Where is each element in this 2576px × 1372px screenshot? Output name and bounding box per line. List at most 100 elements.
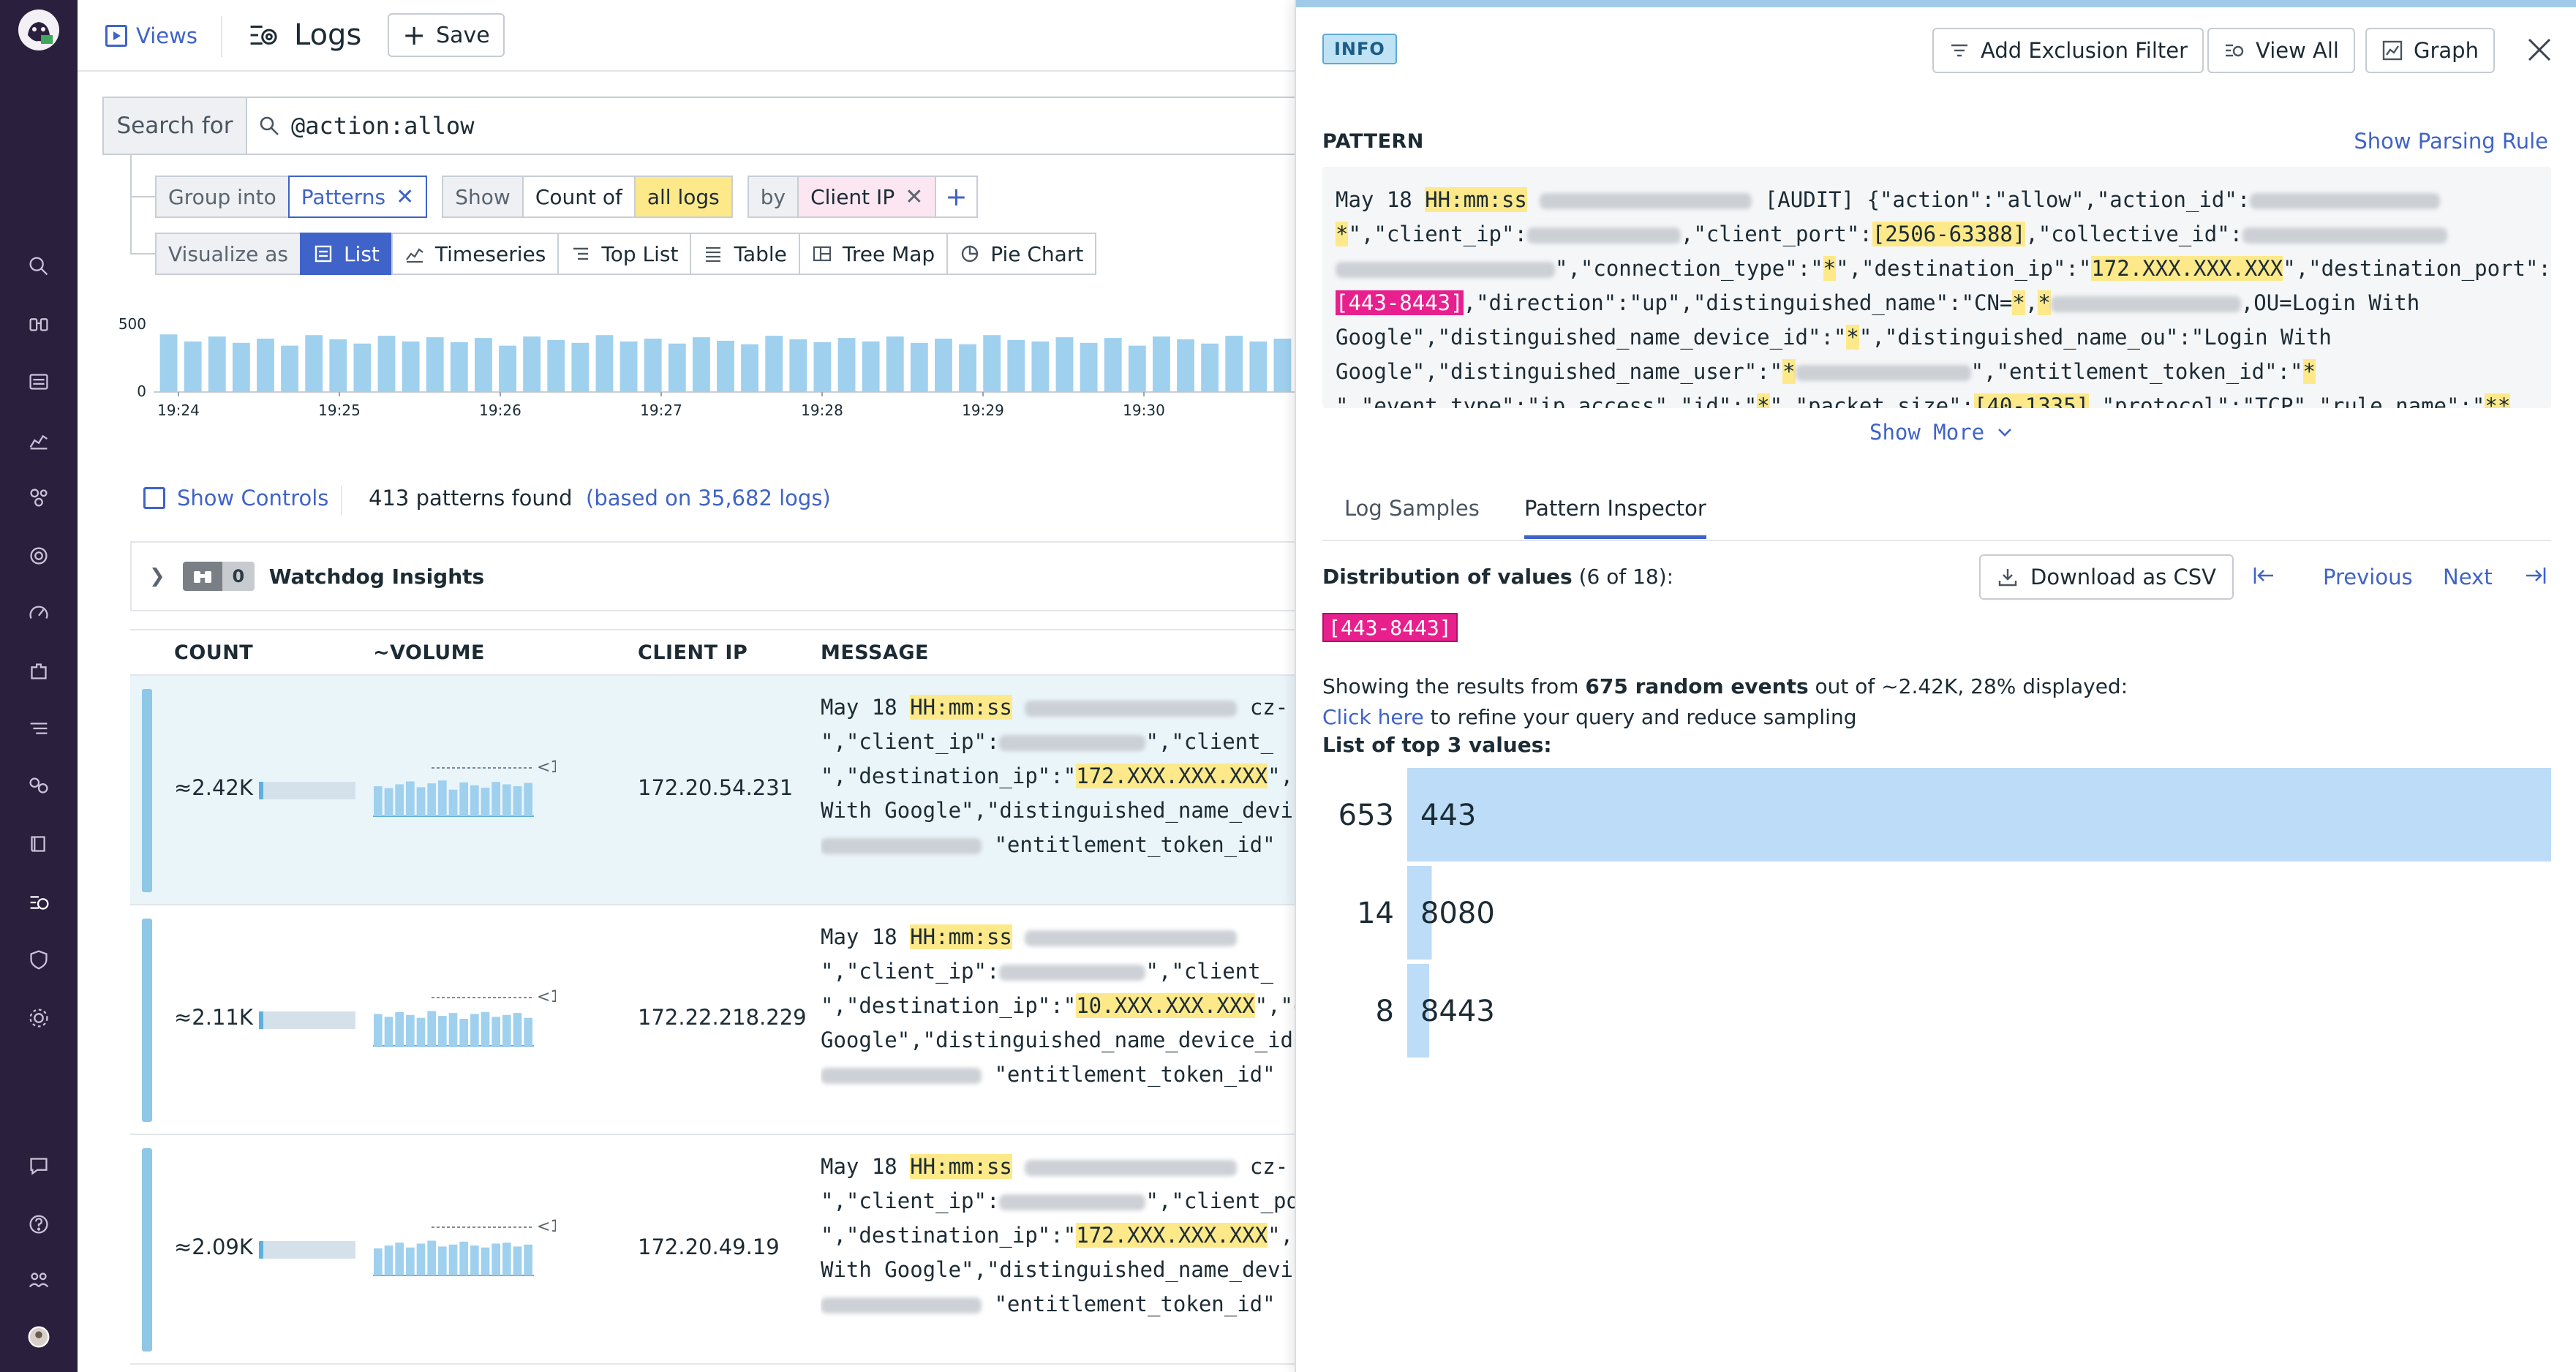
timeseries-bar[interactable] bbox=[353, 343, 372, 392]
based-on-link[interactable]: (based on 35,682 logs) bbox=[586, 486, 831, 510]
team-icon[interactable] bbox=[18, 1259, 59, 1300]
timeseries-bar[interactable] bbox=[232, 342, 250, 392]
logs-icon[interactable] bbox=[18, 882, 59, 923]
timeseries-bar[interactable] bbox=[959, 344, 976, 392]
timeseries-bar[interactable] bbox=[1104, 338, 1122, 392]
timeseries-bar[interactable] bbox=[619, 341, 638, 392]
value-bar[interactable] bbox=[1407, 768, 2551, 862]
timeseries-bar[interactable] bbox=[426, 337, 444, 392]
timeseries-bar[interactable] bbox=[208, 336, 226, 392]
timeseries-bar[interactable] bbox=[692, 337, 710, 392]
timeseries-bar[interactable] bbox=[1055, 337, 1074, 392]
timeseries-bar[interactable] bbox=[1201, 343, 1219, 392]
graph-button[interactable]: Graph bbox=[2365, 28, 2495, 73]
show-parsing-rule-link[interactable]: Show Parsing Rule bbox=[2354, 129, 2548, 154]
timeseries-bar[interactable] bbox=[475, 338, 492, 392]
timeseries-bar[interactable] bbox=[668, 343, 686, 392]
view-all-button[interactable]: View All bbox=[2207, 28, 2355, 73]
timeseries-bar[interactable] bbox=[595, 335, 614, 392]
table-row[interactable]: ≈2.11K <1K 172.22.218.229 May 18 HH:mm:s… bbox=[130, 905, 1319, 1135]
column-header-count[interactable]: COUNT bbox=[174, 641, 253, 664]
column-header-message[interactable]: MESSAGE bbox=[821, 641, 929, 664]
avatar[interactable] bbox=[18, 1316, 59, 1357]
timeseries-bar[interactable] bbox=[935, 339, 952, 392]
timeseries-bar[interactable] bbox=[910, 342, 928, 392]
volume-timeseries-chart[interactable]: 500 0 19:24 19:25 19:26 19:27 19:28 19:29 19:30 bbox=[110, 300, 1295, 431]
close-icon[interactable]: ✕ bbox=[905, 184, 923, 210]
last-page-button[interactable] bbox=[2523, 565, 2548, 592]
list-icon[interactable] bbox=[18, 361, 59, 402]
nodes-icon[interactable] bbox=[18, 477, 59, 518]
next-button[interactable]: Next bbox=[2443, 565, 2493, 589]
add-exclusion-filter-button[interactable]: Add Exclusion Filter bbox=[1932, 28, 2204, 73]
timeseries-bar[interactable] bbox=[450, 342, 468, 392]
views-button[interactable]: Views bbox=[105, 20, 197, 51]
viz-option-toplist[interactable]: Top List bbox=[557, 233, 692, 275]
shield-icon[interactable] bbox=[18, 939, 59, 980]
timeseries-bar[interactable] bbox=[499, 345, 516, 392]
column-header-client-ip[interactable]: CLIENT IP bbox=[638, 641, 747, 664]
timeseries-bar[interactable] bbox=[159, 334, 178, 392]
tab-pattern-inspector[interactable]: Pattern Inspector bbox=[1524, 496, 1706, 539]
timeseries-bar[interactable] bbox=[644, 339, 662, 392]
viz-option-timeseries[interactable]: Timeseries bbox=[391, 233, 560, 275]
timeseries-bar[interactable] bbox=[765, 336, 783, 392]
show-controls-button[interactable]: Show Controls bbox=[143, 486, 328, 510]
timeseries-bar[interactable] bbox=[813, 342, 832, 392]
search-input[interactable] bbox=[291, 112, 949, 140]
timeseries-bar[interactable] bbox=[1152, 336, 1170, 392]
first-page-button[interactable] bbox=[2251, 565, 2276, 592]
link-icon[interactable] bbox=[18, 765, 59, 806]
timeseries-bar[interactable] bbox=[402, 341, 420, 392]
timeseries-bar[interactable] bbox=[1177, 339, 1194, 392]
book-icon[interactable] bbox=[18, 823, 59, 864]
timeseries-bar[interactable] bbox=[377, 336, 396, 392]
timeseries-bar[interactable] bbox=[1273, 339, 1292, 392]
timeseries-bar[interactable] bbox=[523, 336, 541, 392]
search-icon[interactable] bbox=[18, 246, 59, 287]
tab-log-samples[interactable]: Log Samples bbox=[1344, 496, 1480, 535]
show-more-button[interactable]: Show More bbox=[1869, 420, 2014, 445]
timeseries-bar[interactable] bbox=[329, 339, 347, 392]
watchdog-insights-panel[interactable]: ❯ 0 Watchdog Insights bbox=[130, 541, 1300, 611]
viz-option-treemap[interactable]: Tree Map bbox=[798, 233, 949, 275]
table-row[interactable]: ≈2.09K <1K 172.20.49.19 May 18 HH:mm:ss … bbox=[130, 1135, 1319, 1365]
table-row[interactable]: ≈2.42K <1K 172.20.54.231 May 18 HH:mm:ss… bbox=[130, 676, 1319, 905]
chart-icon[interactable] bbox=[18, 420, 59, 461]
timeseries-bar[interactable] bbox=[717, 340, 734, 392]
viz-option-list[interactable]: List bbox=[299, 233, 393, 275]
timeseries-bar[interactable] bbox=[789, 339, 807, 392]
group-into-select[interactable]: Patterns ✕ bbox=[287, 176, 428, 218]
timeseries-bar[interactable] bbox=[837, 338, 856, 392]
count-of-select[interactable]: all logs bbox=[633, 176, 733, 218]
close-icon[interactable]: ✕ bbox=[396, 184, 414, 210]
help-icon[interactable] bbox=[18, 1204, 59, 1245]
save-button[interactable]: + Save bbox=[388, 13, 505, 57]
timeseries-bar[interactable] bbox=[281, 345, 299, 392]
timeseries-bar[interactable] bbox=[1080, 342, 1098, 392]
gear-icon[interactable] bbox=[18, 998, 59, 1039]
timeseries-bar[interactable] bbox=[1249, 341, 1268, 392]
puzzle-icon[interactable] bbox=[18, 651, 59, 692]
viz-option-table[interactable]: Table bbox=[690, 233, 800, 275]
target-icon[interactable] bbox=[18, 535, 59, 576]
previous-button[interactable]: Previous bbox=[2323, 565, 2413, 589]
gauge-icon[interactable] bbox=[18, 592, 59, 633]
chat-icon[interactable] bbox=[18, 1145, 59, 1186]
timeseries-bar[interactable] bbox=[257, 339, 274, 392]
binoculars-icon[interactable] bbox=[18, 303, 59, 344]
chevron-right-icon[interactable]: ❯ bbox=[149, 565, 165, 587]
by-field-select[interactable]: Client IP ✕ bbox=[797, 176, 937, 218]
timeseries-bar[interactable] bbox=[862, 341, 880, 392]
timeseries-bar[interactable] bbox=[571, 342, 590, 392]
timeseries-bar[interactable] bbox=[983, 335, 1001, 392]
datadog-logo-icon[interactable] bbox=[15, 6, 63, 54]
timeseries-bar[interactable] bbox=[1225, 336, 1243, 392]
timeseries-bar[interactable] bbox=[547, 339, 565, 392]
add-group-button[interactable]: + bbox=[935, 176, 978, 218]
filter-lines-icon[interactable] bbox=[18, 708, 59, 749]
timeseries-bar[interactable] bbox=[305, 335, 323, 392]
click-here-link[interactable]: Click here bbox=[1322, 705, 1424, 729]
close-icon[interactable] bbox=[2522, 32, 2557, 67]
download-csv-button[interactable]: Download as CSV bbox=[1979, 554, 2234, 600]
